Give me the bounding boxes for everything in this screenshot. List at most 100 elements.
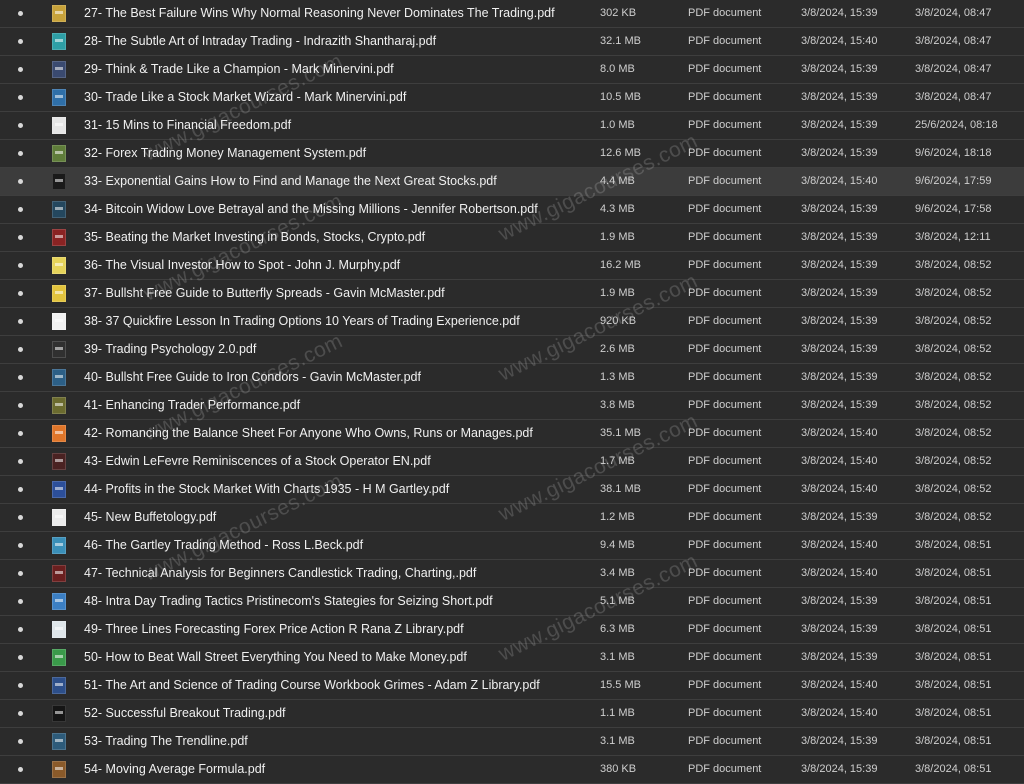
file-kind: PDF document (688, 119, 762, 131)
file-kind: PDF document (688, 511, 762, 523)
file-kind: PDF document (688, 735, 762, 747)
pdf-thumbnail-icon (52, 173, 66, 190)
file-row[interactable]: 41- Enhancing Trader Performance.pdf 3.8 … (0, 392, 1024, 420)
file-row[interactable]: 28- The Subtle Art of Intraday Trading -… (0, 28, 1024, 56)
file-row[interactable]: 44- Profits in the Stock Market With Cha… (0, 476, 1024, 504)
file-row[interactable]: 45- New Buffetology.pdf 1.2 MB PDF documen… (0, 504, 1024, 532)
file-size: 8.0 MB (600, 63, 635, 75)
bullet-icon (18, 767, 23, 772)
file-size: 16.2 MB (600, 259, 641, 271)
file-name: 40- Bullsht Free Guide to Iron Condors -… (84, 370, 421, 384)
file-row[interactable]: 32- Forex Trading Money Management Syste… (0, 140, 1024, 168)
file-modified-date: 3/8/2024, 08:52 (915, 343, 992, 355)
pdf-thumbnail-icon (52, 285, 66, 302)
file-modified-date: 3/8/2024, 08:51 (915, 651, 992, 663)
file-kind: PDF document (688, 567, 762, 579)
file-size: 1.0 MB (600, 119, 635, 131)
file-modified-date: 3/8/2024, 08:52 (915, 315, 992, 327)
pdf-thumbnail-icon (52, 369, 66, 386)
file-row[interactable]: 49- Three Lines Forecasting Forex Price … (0, 616, 1024, 644)
file-kind: PDF document (688, 203, 762, 215)
file-row[interactable]: 30- Trade Like a Stock Market Wizard - M… (0, 84, 1024, 112)
file-name: 46- The Gartley Trading Method - Ross L.… (84, 538, 364, 552)
file-created-date: 3/8/2024, 15:39 (801, 371, 878, 383)
file-row[interactable]: 34- Bitcoin Widow Love Betrayal and the … (0, 196, 1024, 224)
file-kind: PDF document (688, 707, 762, 719)
file-row[interactable]: 42- Romancing the Balance Sheet For Anyo… (0, 420, 1024, 448)
file-row[interactable]: 31- 15 Mins to Financial Freedom.pdf 1.0 … (0, 112, 1024, 140)
file-row[interactable]: 35- Beating the Market Investing in Bond… (0, 224, 1024, 252)
file-created-date: 3/8/2024, 15:39 (801, 315, 878, 327)
file-modified-date: 3/8/2024, 12:11 (915, 231, 991, 243)
file-name: 45- New Buffetology.pdf (84, 510, 217, 524)
file-size: 3.1 MB (600, 651, 635, 663)
file-kind: PDF document (688, 763, 762, 775)
file-modified-date: 3/8/2024, 08:52 (915, 259, 992, 271)
file-kind: PDF document (688, 259, 762, 271)
file-name: 37- Bullsht Free Guide to Butterfly Spre… (84, 286, 445, 300)
file-modified-date: 3/8/2024, 08:52 (915, 511, 992, 523)
bullet-icon (18, 207, 23, 212)
file-modified-date: 3/8/2024, 08:52 (915, 455, 992, 467)
bullet-icon (18, 95, 23, 100)
file-row[interactable]: 38- 37 Quickfire Lesson In Trading Optio… (0, 308, 1024, 336)
file-row[interactable]: 36- The Visual Investor How to Spot - Jo… (0, 252, 1024, 280)
file-created-date: 3/8/2024, 15:39 (801, 735, 878, 747)
file-row[interactable]: 46- The Gartley Trading Method - Ross L.… (0, 532, 1024, 560)
file-row[interactable]: 47- Technical Analysis for Beginners Can… (0, 560, 1024, 588)
file-row[interactable]: 39- Trading Psychology 2.0.pdf 2.6 MB PDF … (0, 336, 1024, 364)
file-created-date: 3/8/2024, 15:39 (801, 231, 878, 243)
file-size: 15.5 MB (600, 679, 641, 691)
file-size: 1.7 MB (600, 455, 635, 467)
file-name: 38- 37 Quickfire Lesson In Trading Optio… (84, 314, 520, 328)
file-kind: PDF document (688, 231, 762, 243)
file-created-date: 3/8/2024, 15:39 (801, 651, 878, 663)
file-row[interactable]: 27- The Best Failure Wins Why Normal Rea… (0, 0, 1024, 28)
file-row[interactable]: 54- Moving Average Formula.pdf 380 KB PDF … (0, 756, 1024, 784)
file-name: 42- Romancing the Balance Sheet For Anyo… (84, 426, 533, 440)
file-kind: PDF document (688, 371, 762, 383)
file-size: 10.5 MB (600, 91, 641, 103)
file-row[interactable]: 33- Exponential Gains How to Find and Ma… (0, 168, 1024, 196)
pdf-thumbnail-icon (52, 481, 66, 498)
file-modified-date: 3/8/2024, 08:47 (915, 35, 992, 47)
pdf-thumbnail-icon (52, 5, 66, 22)
file-size: 12.6 MB (600, 147, 641, 159)
pdf-thumbnail-icon (52, 733, 66, 750)
file-row[interactable]: 53- Trading The Trendline.pdf 3.1 MB PDF d… (0, 728, 1024, 756)
file-created-date: 3/8/2024, 15:39 (801, 595, 878, 607)
file-name: 49- Three Lines Forecasting Forex Price … (84, 622, 464, 636)
bullet-icon (18, 375, 23, 380)
file-row[interactable]: 51- The Art and Science of Trading Cours… (0, 672, 1024, 700)
file-created-date: 3/8/2024, 15:39 (801, 399, 878, 411)
file-kind: PDF document (688, 35, 762, 47)
bullet-icon (18, 487, 23, 492)
file-row[interactable]: 29- Think & Trade Like a Champion - Mark… (0, 56, 1024, 84)
file-size: 1.9 MB (600, 231, 635, 243)
pdf-thumbnail-icon (52, 509, 66, 526)
file-row[interactable]: 37- Bullsht Free Guide to Butterfly Spre… (0, 280, 1024, 308)
pdf-thumbnail-icon (52, 761, 66, 778)
bullet-icon (18, 543, 23, 548)
bullet-icon (18, 403, 23, 408)
file-modified-date: 3/8/2024, 08:51 (915, 679, 992, 691)
file-modified-date: 3/8/2024, 08:52 (915, 287, 992, 299)
pdf-thumbnail-icon (52, 257, 66, 274)
file-row[interactable]: 48- Intra Day Trading Tactics Pristineco… (0, 588, 1024, 616)
file-size: 9.4 MB (600, 539, 635, 551)
file-row[interactable]: 52- Successful Breakout Trading.pdf 1.1 M… (0, 700, 1024, 728)
file-name: 51- The Art and Science of Trading Cours… (84, 678, 540, 692)
file-size: 302 KB (600, 7, 637, 19)
file-kind: PDF document (688, 343, 762, 355)
file-row[interactable]: 43- Edwin LeFevre Reminiscences of a Sto… (0, 448, 1024, 476)
file-row[interactable]: 40- Bullsht Free Guide to Iron Condors -… (0, 364, 1024, 392)
file-kind: PDF document (688, 539, 762, 551)
pdf-thumbnail-icon (52, 201, 66, 218)
bullet-icon (18, 627, 23, 632)
file-row[interactable]: 50- How to Beat Wall Street Everything Y… (0, 644, 1024, 672)
file-created-date: 3/8/2024, 15:39 (801, 623, 878, 635)
pdf-thumbnail-icon (52, 145, 66, 162)
file-kind: PDF document (688, 287, 762, 299)
file-created-date: 3/8/2024, 15:40 (801, 455, 878, 467)
pdf-thumbnail-icon (52, 593, 66, 610)
